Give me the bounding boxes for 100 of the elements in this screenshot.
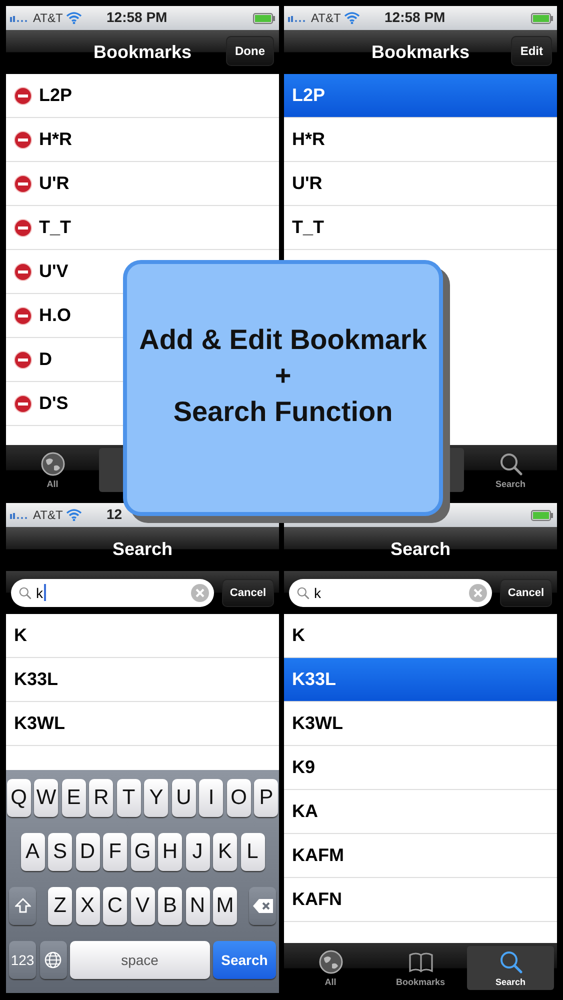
row-label: KA bbox=[292, 801, 318, 822]
globe-icon bbox=[40, 451, 66, 477]
carrier-name: AT&T bbox=[33, 508, 63, 522]
globe-icon bbox=[318, 949, 344, 975]
keyboard-key[interactable]: X bbox=[76, 887, 100, 925]
keyboard-key[interactable]: J bbox=[186, 833, 210, 871]
keyboard-key[interactable]: Z bbox=[48, 887, 72, 925]
keyboard-key[interactable]: G bbox=[130, 833, 154, 871]
list-row[interactable]: KA bbox=[284, 790, 557, 834]
list-row[interactable]: K33L bbox=[6, 658, 279, 702]
row-label: K33L bbox=[292, 669, 336, 690]
search-field[interactable]: k bbox=[11, 578, 214, 606]
search-text: k bbox=[36, 584, 43, 600]
keyboard-key[interactable]: C bbox=[103, 887, 127, 925]
battery-icon bbox=[253, 12, 275, 24]
search-icon bbox=[498, 451, 524, 477]
delete-icon[interactable] bbox=[14, 306, 32, 324]
search-field[interactable]: k bbox=[289, 578, 492, 606]
nav-title: Search bbox=[390, 538, 451, 560]
keyboard-key[interactable]: L bbox=[240, 833, 264, 871]
cancel-button[interactable]: Cancel bbox=[222, 578, 274, 606]
list-row[interactable]: H*R bbox=[284, 118, 557, 162]
delete-icon[interactable] bbox=[14, 130, 32, 148]
shift-icon bbox=[14, 898, 30, 914]
delete-icon[interactable] bbox=[14, 174, 32, 192]
row-label: U'R bbox=[39, 173, 70, 194]
battery-icon bbox=[531, 510, 553, 520]
keyboard-key[interactable]: K bbox=[213, 833, 237, 871]
keyboard-key[interactable]: T bbox=[116, 779, 141, 817]
keyboard-key[interactable]: H bbox=[158, 833, 182, 871]
list-row[interactable]: KAFN bbox=[284, 878, 557, 922]
nav-button[interactable]: Done bbox=[226, 36, 274, 66]
list-row[interactable]: K3WL bbox=[284, 702, 557, 746]
list-row[interactable]: T_T bbox=[284, 206, 557, 250]
list-row[interactable]: KAFM bbox=[284, 834, 557, 878]
delete-icon[interactable] bbox=[14, 262, 32, 280]
list-row[interactable]: U'R bbox=[6, 162, 279, 206]
keyboard-key[interactable]: A bbox=[20, 833, 44, 871]
tab[interactable]: Search bbox=[467, 448, 554, 492]
keyboard-key[interactable]: S bbox=[48, 833, 72, 871]
globe-key[interactable] bbox=[40, 941, 66, 979]
keyboard-key[interactable]: D bbox=[76, 833, 100, 871]
search-key[interactable]: Search bbox=[213, 941, 276, 979]
search-icon bbox=[18, 586, 32, 600]
delete-icon[interactable] bbox=[14, 394, 32, 412]
keyboard-key[interactable]: V bbox=[130, 887, 154, 925]
list-row[interactable]: U'R bbox=[284, 162, 557, 206]
tab[interactable]: Search bbox=[467, 946, 554, 990]
tab[interactable]: All bbox=[287, 946, 374, 990]
status-time: 12:58 PM bbox=[106, 9, 168, 25]
shift-key[interactable] bbox=[9, 887, 36, 925]
keyboard-key[interactable]: N bbox=[186, 887, 210, 925]
list-row[interactable]: K9 bbox=[284, 746, 557, 790]
list-row[interactable]: L2P bbox=[284, 74, 557, 118]
nav-button[interactable]: Edit bbox=[511, 36, 552, 66]
list-row[interactable]: K bbox=[6, 614, 279, 658]
list-row[interactable]: T_T bbox=[6, 206, 279, 250]
keyboard-key[interactable]: Y bbox=[144, 779, 168, 817]
list-row[interactable]: H*R bbox=[6, 118, 279, 162]
delete-icon[interactable] bbox=[14, 218, 32, 236]
nav-title: Search bbox=[112, 538, 173, 560]
list-row[interactable]: K33L bbox=[284, 658, 557, 702]
number-key[interactable]: 123 bbox=[9, 941, 36, 979]
keyboard-key[interactable]: R bbox=[89, 779, 114, 817]
keyboard-key[interactable]: M bbox=[213, 887, 237, 925]
keyboard-key[interactable]: O bbox=[226, 779, 251, 817]
space-key[interactable]: space bbox=[70, 941, 210, 979]
battery-icon bbox=[531, 12, 553, 24]
callout-text: + bbox=[274, 360, 292, 392]
list-row[interactable]: L2P bbox=[6, 74, 279, 118]
delete-icon[interactable] bbox=[14, 350, 32, 368]
keyboard-key[interactable]: U bbox=[172, 779, 196, 817]
keyboard-key[interactable]: Q bbox=[6, 779, 31, 817]
keyboard-key[interactable]: W bbox=[34, 779, 58, 817]
row-label: U'V bbox=[39, 261, 68, 282]
keyboard-key[interactable]: E bbox=[62, 779, 86, 817]
tab[interactable]: Bookmarks bbox=[377, 946, 464, 990]
keyboard-key[interactable]: F bbox=[103, 833, 127, 871]
row-label: K9 bbox=[292, 757, 316, 778]
search-icon bbox=[296, 586, 310, 600]
list-row[interactable]: K3WL bbox=[6, 702, 279, 746]
nav-title: Bookmarks bbox=[371, 42, 470, 62]
cancel-button[interactable]: Cancel bbox=[500, 578, 552, 606]
row-label: K3WL bbox=[14, 713, 65, 734]
row-label: K bbox=[292, 625, 305, 646]
keyboard-key[interactable]: B bbox=[158, 887, 182, 925]
delete-icon[interactable] bbox=[14, 86, 32, 104]
tab[interactable]: All bbox=[9, 448, 96, 492]
row-label: U'R bbox=[292, 173, 322, 194]
keyboard-key[interactable]: I bbox=[199, 779, 224, 817]
callout-text: Add & Edit Bookmark bbox=[139, 324, 427, 356]
row-label: L2P bbox=[39, 85, 72, 106]
carrier-name: AT&T bbox=[311, 11, 341, 25]
search-icon bbox=[498, 949, 524, 975]
wifi-icon bbox=[66, 509, 82, 521]
row-label: T_T bbox=[292, 217, 324, 238]
backspace-key[interactable] bbox=[249, 887, 276, 925]
keyboard-key[interactable]: P bbox=[254, 779, 278, 817]
signal-icon bbox=[288, 14, 308, 22]
search-text: k bbox=[314, 584, 321, 600]
